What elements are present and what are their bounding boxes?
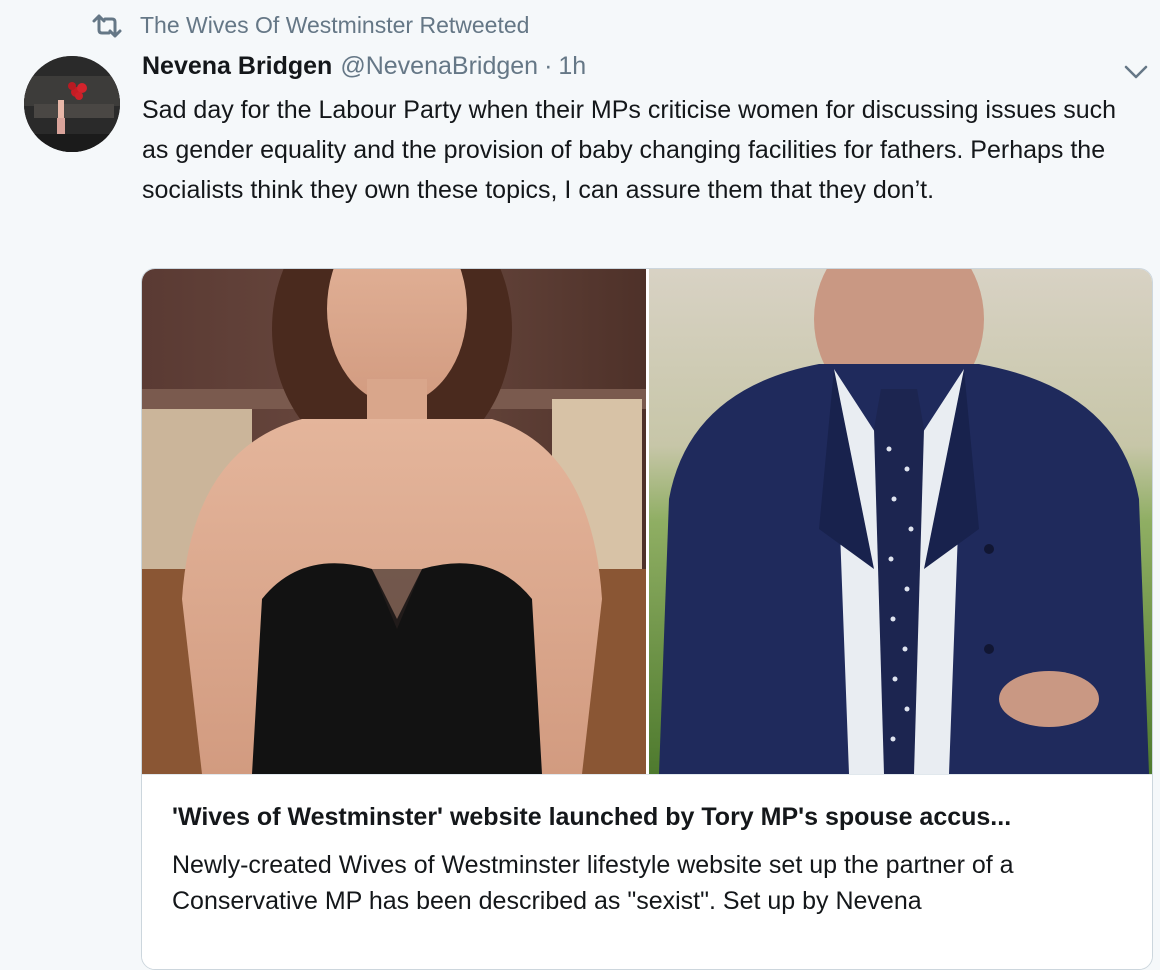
author-handle[interactable]: @NevenaBridgen: [340, 52, 538, 81]
tweet-text: Sad day for the Labour Party when their …: [142, 96, 1124, 204]
retweet-label: The Wives Of Westminster Retweeted: [140, 12, 530, 38]
avatar[interactable]: [24, 56, 120, 152]
tweet-timestamp[interactable]: 1h: [558, 52, 586, 81]
card-body[interactable]: 'Wives of Westminster' website launched …: [142, 774, 1152, 969]
retweet-context[interactable]: The Wives Of Westminster Retweeted: [90, 12, 529, 39]
retweet-icon: [92, 14, 122, 37]
card-image[interactable]: [142, 269, 1152, 774]
separator-dot: ·: [544, 52, 553, 80]
tweet-header: Nevena Bridgen @NevenaBridgen · 1h: [142, 52, 586, 81]
card-title[interactable]: 'Wives of Westminster' website launched …: [172, 803, 1132, 832]
card-image-right: [649, 269, 1152, 774]
link-card[interactable]: 'Wives of Westminster' website launched …: [141, 268, 1153, 970]
chevron-down-icon[interactable]: [1122, 60, 1150, 84]
author-name[interactable]: Nevena Bridgen: [142, 52, 332, 81]
card-description: Newly-created Wives of Westminster lifes…: [172, 851, 1014, 915]
card-image-left: [142, 269, 646, 774]
